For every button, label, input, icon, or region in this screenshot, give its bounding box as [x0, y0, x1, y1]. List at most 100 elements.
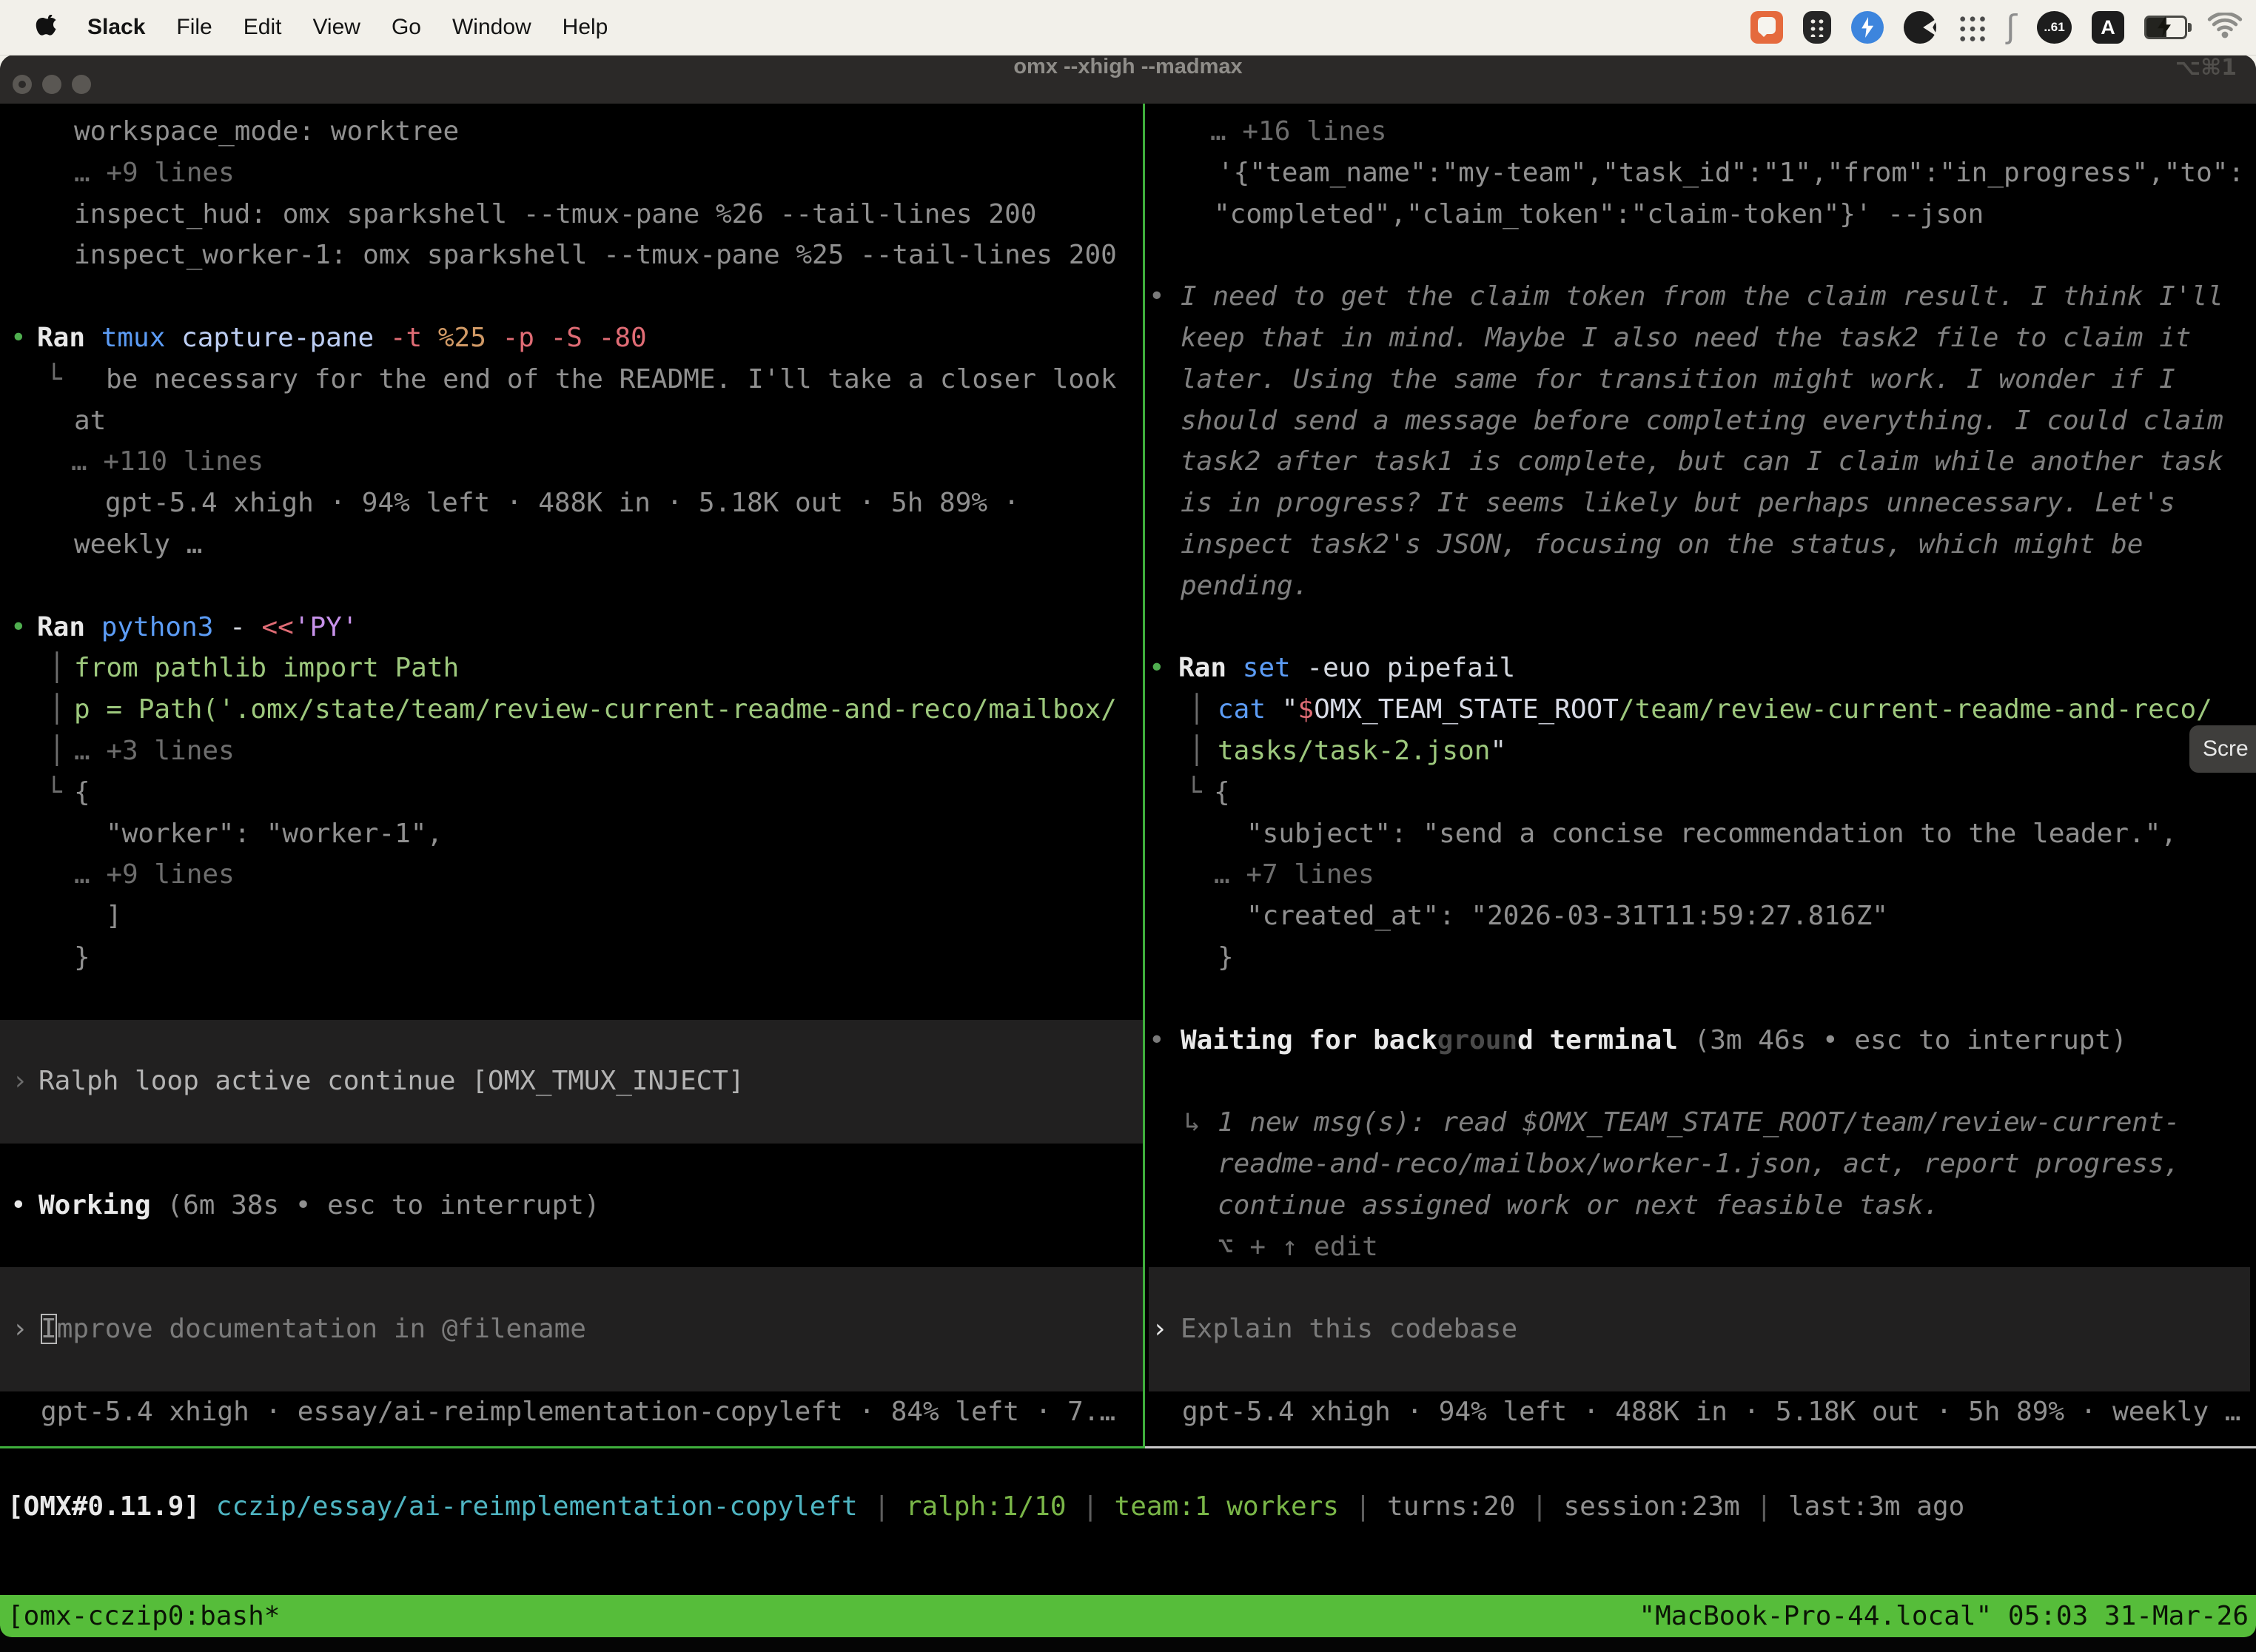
terminal-line: │ [1189, 731, 1205, 772]
terminal-line: "worker": "worker-1", [106, 813, 443, 855]
terminal-text: … +9 lines [74, 859, 235, 890]
terminal-text: "worker": "worker-1", [106, 819, 443, 849]
terminal-line: … +7 lines [1214, 854, 1374, 896]
battery-icon[interactable] [2144, 16, 2187, 39]
terminal-text: └ [46, 364, 62, 394]
terminal-text: { [1214, 777, 1230, 807]
terminal-text [200, 1491, 216, 1522]
terminal-text: set [1243, 653, 1307, 683]
terminal-line: Ran set -euo pipefail [1178, 648, 1515, 689]
terminal-text: { [74, 777, 90, 807]
terminal-text: ↳ [1184, 1107, 1201, 1138]
menu-item-edit[interactable]: Edit [244, 15, 282, 40]
menu-item-help[interactable]: Help [563, 15, 608, 40]
terminal-text: cczip/essay/ai-reimplementation-copyleft [216, 1491, 858, 1522]
terminal-text: "created_at": "2026-03-31T11:59:27.816Z" [1246, 901, 1888, 931]
terminal-line: { [74, 772, 90, 813]
menu-bar: Slack File Edit View Go Window Help ʃ ..61 A [0, 0, 2256, 56]
terminal-text: " [1282, 694, 1298, 725]
terminal-text: ralph:1/10 [906, 1491, 1067, 1522]
terminal-text: │ [49, 653, 65, 683]
terminal-text: at [74, 406, 106, 436]
terminal-text: │ [49, 694, 65, 725]
menu-item-window[interactable]: Window [452, 15, 531, 40]
battery-percent-icon[interactable]: ..61 [2037, 11, 2072, 44]
terminal-line: should send a message before completing … [1181, 400, 2223, 442]
screen-share-pill[interactable]: Scre [2189, 725, 2256, 773]
terminal-line: ] [106, 896, 122, 937]
chat-app-icon[interactable] [1750, 11, 1783, 44]
terminal-line: tasks/task-2.json" [1218, 731, 1506, 772]
terminal-text: readme-and-reco/mailbox/worker-1.json, a… [1218, 1149, 2180, 1179]
terminal-screen[interactable]: workspace_mode: worktree… +9 linesinspec… [0, 0, 2256, 1652]
terminal-text: • [10, 612, 27, 642]
terminal-line: } [1218, 937, 1234, 978]
terminal-text: Ralph loop active continue [OMX_TMUX_INJ… [38, 1066, 745, 1096]
terminal-line: Working (6m 38s • esc to interrupt) [38, 1185, 600, 1226]
terminal-text: inspect task2's JSON, focusing on the st… [1181, 529, 2143, 560]
terminal-text: └ [1186, 777, 1202, 807]
menu-item-go[interactable]: Go [392, 15, 421, 40]
terminal-text: team:1 workers [1115, 1491, 1339, 1522]
terminal-line: task2 after task1 is complete, but can I… [1181, 441, 2223, 483]
shield-grid-icon[interactable] [1803, 11, 1831, 44]
terminal-text: -p [503, 323, 551, 353]
left-pane-border [0, 1446, 1143, 1448]
terminal-text: | [1515, 1491, 1563, 1522]
terminal-line: │ [1189, 689, 1205, 731]
terminal-line: • [1149, 648, 1165, 689]
terminal-text: /team/review-current-readme-and-reco/ [1619, 694, 2212, 725]
input-source-icon[interactable]: A [2092, 11, 2124, 44]
terminal-text: $ [1297, 694, 1314, 725]
terminal-line: └ [46, 359, 62, 400]
terminal-line: Ran tmux capture-pane -t %25 -p -S -80 [37, 318, 647, 359]
terminal-line: from pathlib import Path [74, 648, 459, 689]
messenger-icon[interactable] [1851, 11, 1884, 44]
terminal-line: p = Path('.omx/state/team/review-current… [74, 689, 1117, 731]
terminal-line: Ran python3 - <<'PY' [37, 607, 358, 648]
menu-item-view[interactable]: View [312, 15, 360, 40]
terminal-text: | [1740, 1491, 1788, 1522]
terminal-line: │ [49, 689, 65, 731]
menu-item-file[interactable]: File [176, 15, 212, 40]
terminal-text: I need to get the claim token from the c… [1181, 281, 2223, 312]
dots-grid-icon[interactable] [1956, 13, 1986, 42]
wifi-icon[interactable] [2207, 13, 2243, 43]
terminal-text: -euo pipefail [1306, 653, 1515, 683]
terminal-text: " [1490, 736, 1506, 766]
apple-menu-icon[interactable] [34, 15, 56, 40]
terminal-line: › [12, 1309, 28, 1350]
terminal-line: Explain this codebase [1181, 1309, 1517, 1350]
terminal-text: task2 after task1 is complete, but can I… [1181, 446, 2223, 477]
terminal-line: } [74, 937, 90, 978]
terminal-text: | [1339, 1491, 1387, 1522]
terminal-line: … +9 lines [74, 152, 235, 194]
terminal-text: │ [1189, 736, 1205, 766]
terminal-text: OMX_TEAM_STATE_ROOT [1314, 694, 1619, 725]
terminal-line: "completed","claim_token":"claim-token"}… [1214, 194, 1984, 235]
terminal-line: • [10, 318, 27, 359]
terminal-line: inspect task2's JSON, focusing on the st… [1181, 524, 2143, 565]
terminal-line: └ [46, 772, 62, 813]
terminal-text: continue assigned work or next feasible … [1218, 1190, 1939, 1220]
terminal-line: › [12, 1061, 28, 1102]
terminal-text: workspace_mode: worktree [74, 116, 459, 147]
terminal-text: gpt-5.4 xhigh · essay/ai-reimplementatio… [41, 1397, 1115, 1427]
terminal-line: continue assigned work or next feasible … [1218, 1185, 1939, 1226]
squiggle-icon[interactable]: ʃ [2006, 11, 2017, 44]
terminal-text: - [229, 612, 261, 642]
menu-app-name[interactable]: Slack [87, 15, 145, 40]
terminal-text: gpt-5.4 xhigh · 94% left · 488K in · 5.1… [1182, 1397, 2240, 1427]
terminal-line: be necessary for the end of the README. … [106, 359, 1116, 400]
terminal-text: cat [1218, 694, 1282, 725]
media-app-icon[interactable] [1904, 11, 1936, 44]
terminal-line: ↳ [1184, 1102, 1201, 1144]
terminal-line: Improve documentation in @filename [41, 1309, 586, 1350]
terminal-line: inspect_hud: omx sparkshell --tmux-pane … [74, 194, 1036, 235]
terminal-line: • [10, 607, 27, 648]
menu-bar-status-icons: ʃ ..61 A [1750, 11, 2256, 44]
terminal-line: later. Using the same for transition mig… [1181, 359, 2175, 400]
terminal-line: • [1149, 1020, 1165, 1061]
terminal-line: Waiting for background terminal (3m 46s … [1181, 1020, 2127, 1061]
terminal-text: ⌥ + ↑ edit [1218, 1232, 1378, 1262]
